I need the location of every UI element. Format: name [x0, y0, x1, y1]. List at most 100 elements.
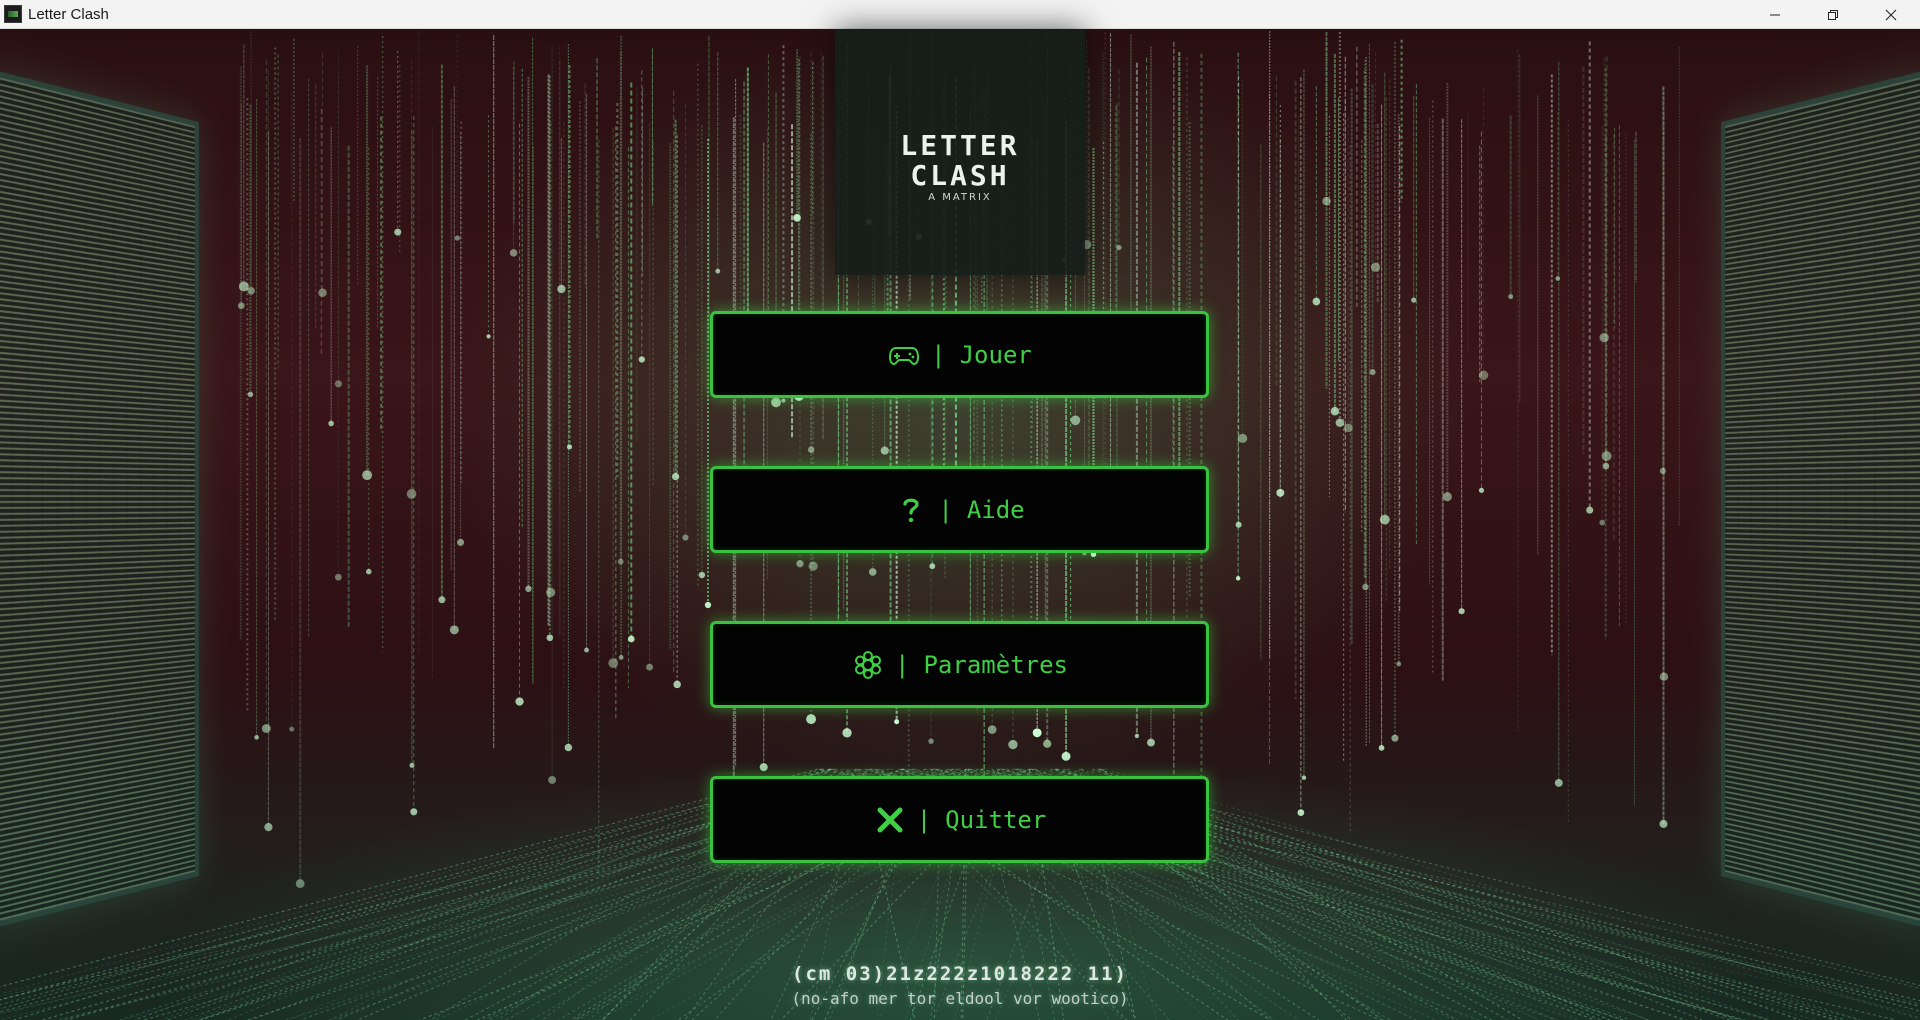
code-rain-glow: [1586, 507, 1593, 514]
code-rain-glow: [239, 281, 249, 291]
app-icon: [4, 5, 22, 23]
code-rain-glow: [682, 535, 688, 541]
minimize-button[interactable]: [1746, 0, 1804, 29]
code-rain-glow: [1555, 276, 1560, 281]
code-rain-glow: [335, 574, 342, 581]
code-rain-glow: [1236, 522, 1242, 528]
code-rain-glow: [1033, 728, 1042, 737]
help-separator: |: [938, 496, 952, 524]
code-rain-glow: [584, 648, 589, 653]
code-rain-glow: [929, 563, 935, 569]
code-rain-glow: [1370, 369, 1376, 375]
code-rain-glow: [318, 289, 326, 297]
settings-button[interactable]: | Paramètres: [710, 621, 1209, 708]
code-rain-glow: [1008, 740, 1017, 749]
code-rain-glow: [842, 728, 851, 737]
code-rain-glow: [264, 823, 272, 831]
window-title: Letter Clash: [28, 6, 109, 23]
code-rain-glow: [809, 561, 818, 570]
title-bar: Letter Clash: [0, 0, 1920, 29]
code-rain-glow: [1116, 245, 1121, 250]
quit-label: Quitter: [945, 806, 1046, 834]
close-button[interactable]: [1862, 0, 1920, 29]
play-separator: |: [931, 341, 945, 369]
code-rain-glow: [1313, 298, 1321, 306]
code-rain-glow: [672, 473, 679, 480]
logo-title-line2: CLASH: [835, 159, 1085, 192]
code-rain-glow: [1459, 608, 1465, 614]
close-icon: [1885, 9, 1897, 21]
code-rain-glow: [289, 727, 294, 732]
code-rain-glow: [296, 879, 305, 888]
code-rain-glow: [438, 596, 445, 603]
gamepad-icon: [887, 338, 921, 372]
code-rain-glow: [567, 444, 572, 449]
minimize-icon: [1769, 9, 1781, 21]
code-rain-glow: [1043, 740, 1051, 748]
play-label: Jouer: [960, 341, 1032, 369]
help-label: Aide: [967, 496, 1025, 524]
close-x-icon: [873, 803, 907, 837]
code-rain-glow: [546, 588, 555, 597]
code-rain-glow: [1659, 820, 1667, 828]
code-rain-glow: [515, 697, 523, 705]
code-rain-glow: [1331, 407, 1340, 416]
code-rain-glow: [394, 229, 401, 236]
code-rain-glow: [450, 625, 459, 634]
code-rain-glow: [771, 397, 781, 407]
code-rain-glow: [988, 725, 997, 734]
code-rain-glow: [1411, 298, 1416, 303]
restore-icon: [1827, 9, 1839, 21]
code-rain-glow: [410, 808, 417, 815]
code-rain-glow: [457, 539, 464, 546]
code-rain-glow: [1379, 745, 1385, 751]
code-rain-glow: [510, 249, 518, 257]
code-rain-glow: [1062, 752, 1071, 761]
code-rain-glow: [673, 681, 680, 688]
restore-button[interactable]: [1804, 0, 1862, 29]
footer-code-line1: (cm 03)21z222z1018222 11): [0, 963, 1920, 985]
code-rain-glow: [262, 724, 271, 733]
code-rain-glow: [619, 655, 624, 660]
quit-separator: |: [917, 806, 931, 834]
code-rain-glow: [639, 356, 645, 362]
logo-title-line1: LETTER: [835, 129, 1085, 162]
code-rain-glow: [628, 636, 635, 643]
code-rain-glow: [881, 446, 889, 454]
code-rain-glow: [362, 470, 372, 480]
code-rain-glow: [699, 572, 705, 578]
code-rain-glow: [796, 560, 803, 567]
code-rain-glow: [1660, 468, 1666, 474]
code-rain-glow: [525, 586, 531, 592]
play-button[interactable]: | Jouer: [710, 311, 1209, 398]
code-rain-glow: [1479, 371, 1488, 380]
code-rain-glow: [1443, 492, 1452, 501]
code-rain-glow: [366, 569, 372, 575]
code-rain-glow: [486, 334, 490, 338]
code-rain-glow: [1555, 779, 1563, 787]
code-rain-glow: [1479, 488, 1484, 493]
code-rain-glow: [1302, 775, 1306, 779]
code-rain-glow: [328, 421, 334, 427]
code-rain-glow: [715, 269, 720, 274]
code-rain-glow: [557, 285, 565, 293]
code-rain-glow: [808, 447, 814, 453]
code-rain-glow: [646, 664, 653, 671]
window-controls: [1746, 0, 1920, 29]
code-rain-glow: [1071, 416, 1081, 426]
code-rain-glow: [781, 399, 785, 403]
code-rain-glow: [705, 602, 711, 608]
code-rain-glow: [1336, 419, 1344, 427]
code-rain-glow: [894, 719, 899, 724]
game-logo: LETTER CLASH A MATRIX: [835, 29, 1085, 275]
code-rain-glow: [1135, 734, 1139, 738]
question-icon: [894, 493, 928, 527]
code-rain-glow: [806, 714, 816, 724]
code-rain-glow: [1391, 735, 1398, 742]
code-rain-glow: [1238, 434, 1247, 443]
code-rain-glow: [1508, 294, 1513, 299]
code-rain-glow: [1147, 739, 1155, 747]
quit-button[interactable]: | Quitter: [710, 776, 1209, 863]
settings-separator: |: [895, 651, 909, 679]
help-button[interactable]: | Aide: [710, 466, 1209, 553]
